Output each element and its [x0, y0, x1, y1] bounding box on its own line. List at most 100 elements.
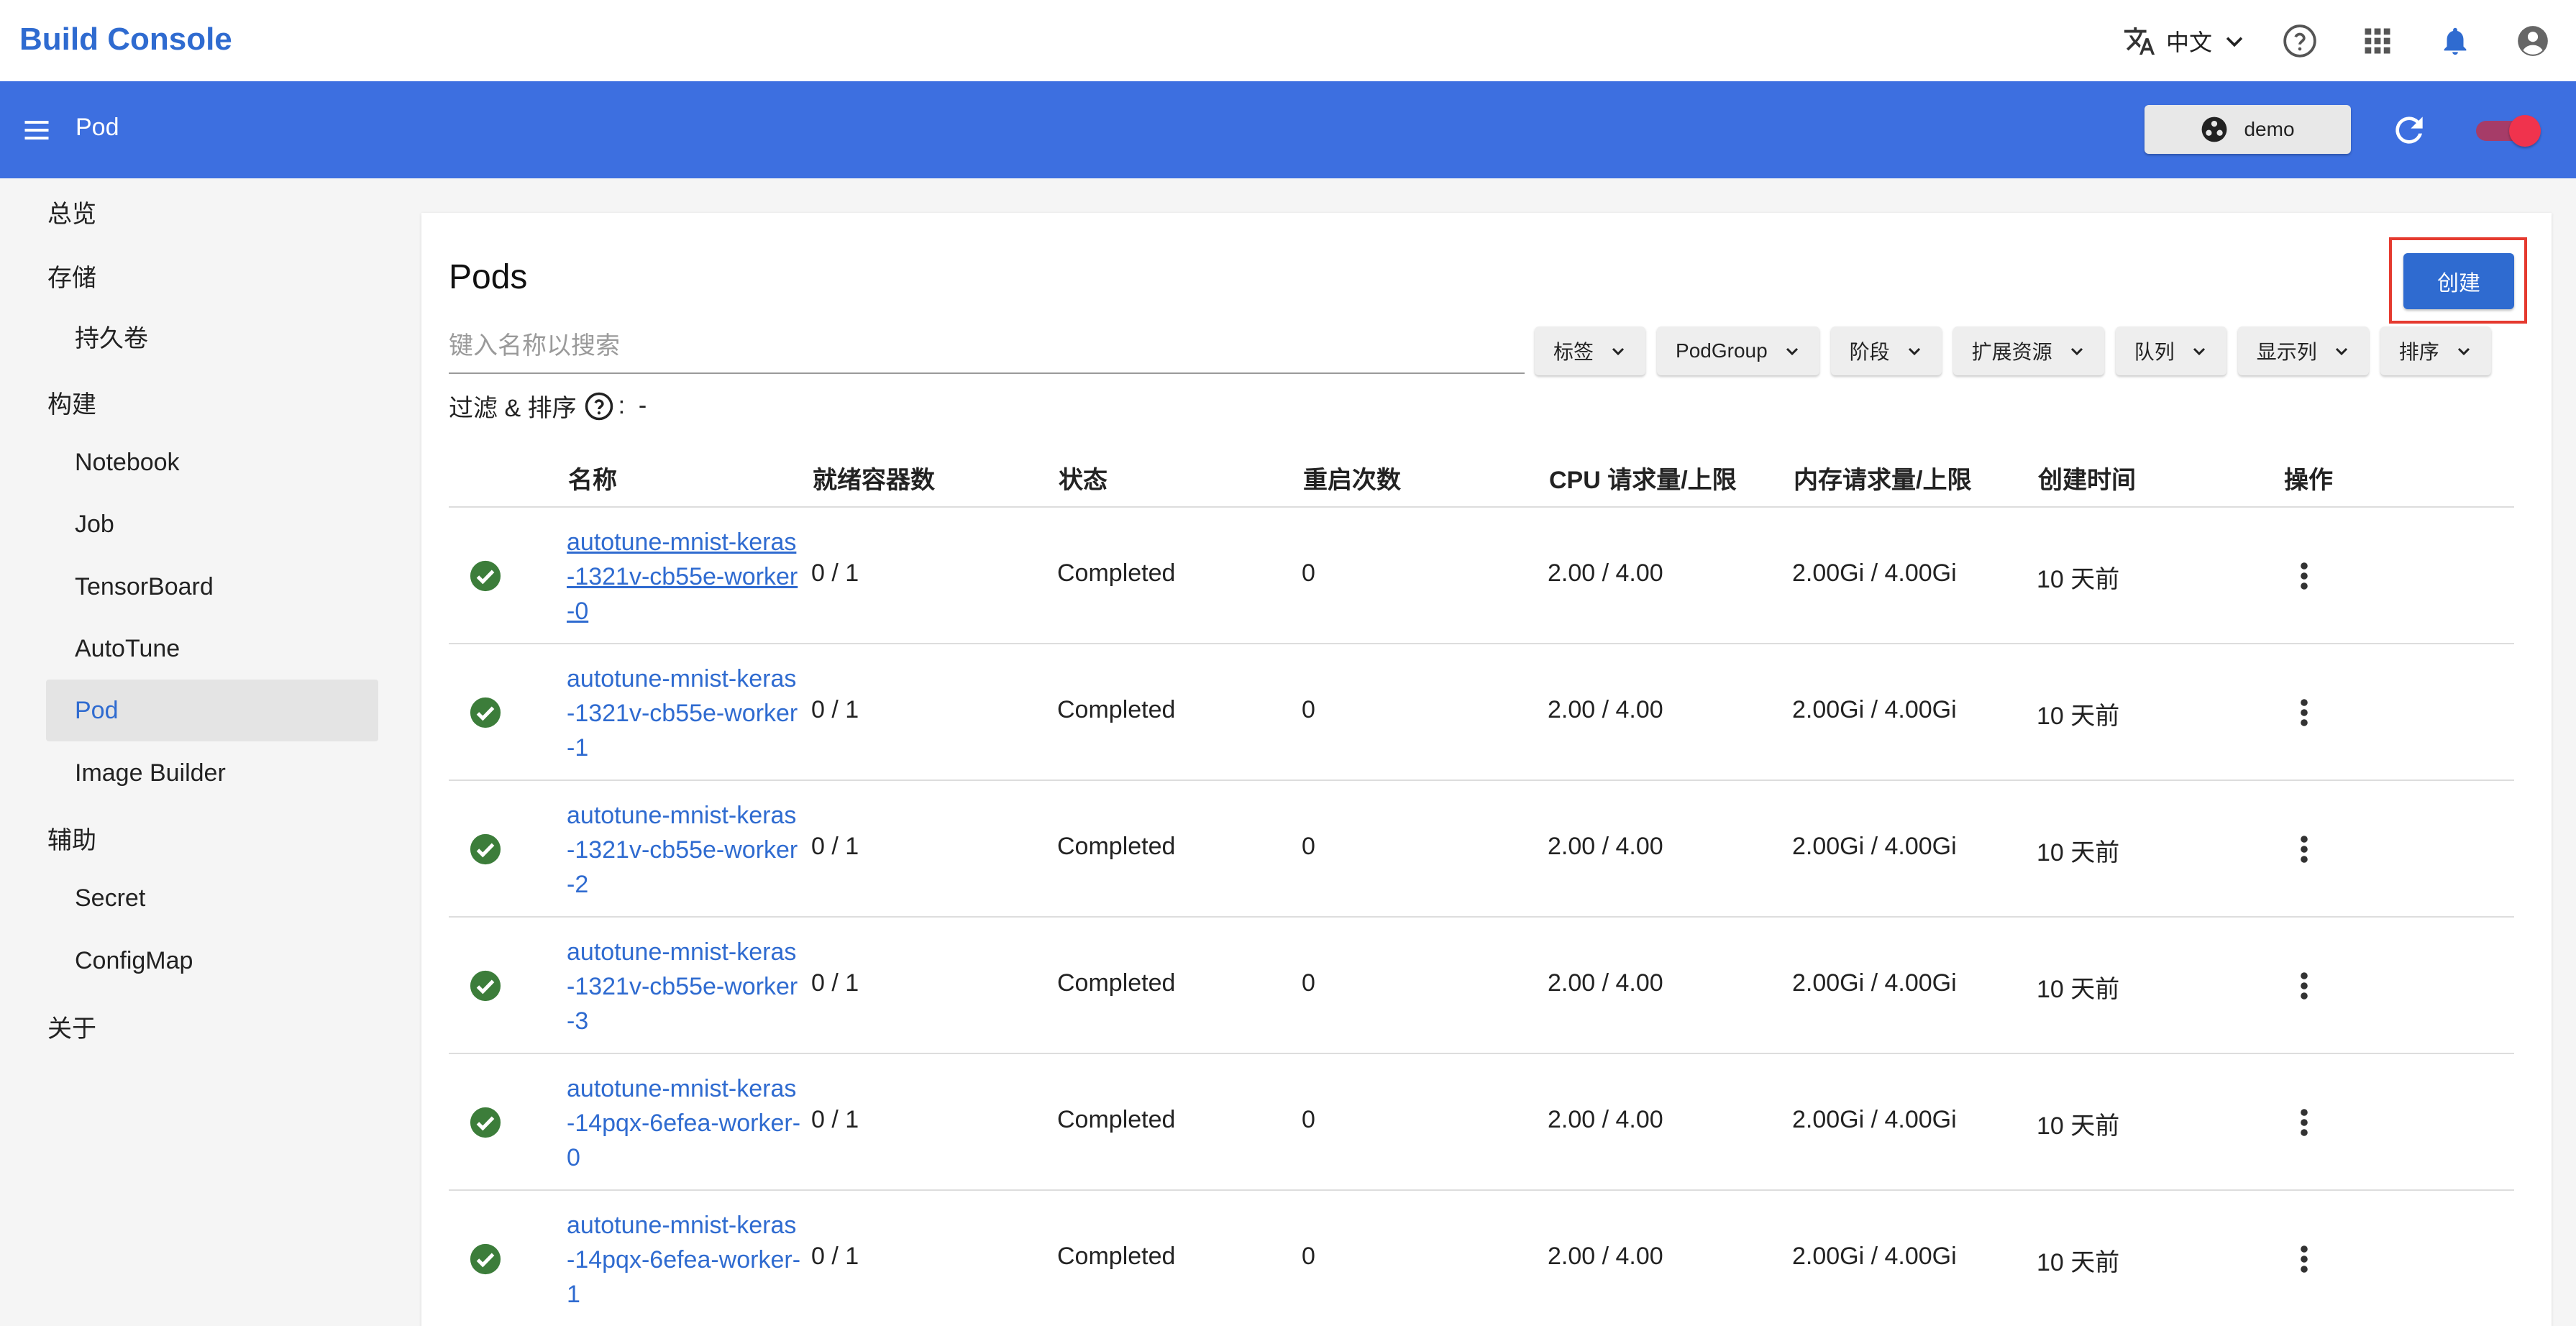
sidebar-item-notebook[interactable]: Notebook	[46, 431, 378, 493]
ready-cell: 0 / 1	[811, 1243, 859, 1270]
chevron-down-icon	[2457, 347, 2470, 356]
refresh-button[interactable]	[2389, 110, 2429, 150]
chevron-down-icon	[1612, 347, 1625, 356]
sidebar-item-job[interactable]: Job	[46, 493, 378, 555]
top-actions: 中文	[2123, 0, 2554, 81]
sidebar-item-configmap[interactable]: ConfigMap	[46, 930, 378, 992]
filter-columns-button[interactable]: 显示列	[2237, 326, 2369, 375]
cpu-cell: 2.00 / 4.00	[1548, 969, 1663, 997]
column-header-status[interactable]: 状态	[1059, 460, 1107, 495]
namespace-icon	[2202, 116, 2227, 142]
filter-queue-button[interactable]: 队列	[2115, 326, 2226, 375]
help-icon[interactable]	[584, 391, 614, 421]
create-button[interactable]: 创建	[2403, 253, 2514, 309]
filter-phase-button[interactable]: 阶段	[1830, 326, 1942, 375]
filter-extended-resources-button[interactable]: 扩展资源	[1952, 326, 2104, 375]
memory-cell: 2.00Gi / 4.00Gi	[1792, 696, 1957, 723]
filter-label: 排序	[2398, 341, 2439, 363]
row-actions-button[interactable]	[2290, 559, 2319, 593]
ready-cell: 0 / 1	[811, 696, 859, 723]
search-input[interactable]	[449, 321, 1525, 371]
pods-table: 名称 就绪容器数 状态 重启次数 CPU 请求量/上限 内存请求量/上限 创建时…	[449, 444, 2514, 1326]
filter-label: 标签	[1553, 341, 1594, 363]
pod-name-link[interactable]: autotune-mnist-keras-1321v-cb55e-worker-…	[567, 935, 804, 1038]
sidebar-item-pod[interactable]: Pod	[46, 680, 378, 741]
filter-sort-button[interactable]: 排序	[2380, 326, 2491, 375]
app-bar: Pod demo	[0, 81, 2576, 178]
sidebar-item-image-builder[interactable]: Image Builder	[46, 742, 378, 804]
pod-name-link[interactable]: autotune-mnist-keras-1321v-cb55e-worker-…	[567, 525, 804, 628]
pod-name-link[interactable]: autotune-mnist-keras-1321v-cb55e-worker-…	[567, 798, 804, 902]
table-row: autotune-mnist-keras-14pqx-6efea-worker-…	[449, 1191, 2514, 1326]
filter-sort-value: -	[638, 392, 647, 419]
sidebar-item-about[interactable]: 关于	[47, 1009, 96, 1044]
pod-name-link[interactable]: autotune-mnist-keras-1321v-cb55e-worker-…	[567, 662, 804, 765]
column-header-created[interactable]: 创建时间	[2038, 460, 2136, 495]
top-bar: Build Console 中文	[0, 0, 2576, 81]
refresh-icon	[2395, 116, 2423, 144]
table-row: autotune-mnist-keras-1321v-cb55e-worker-…	[449, 781, 2514, 918]
help-button[interactable]	[2278, 19, 2321, 63]
created-cell: 10 天前	[2037, 976, 2120, 1003]
ready-cell: 0 / 1	[811, 1106, 859, 1133]
status-cell: Completed	[1057, 969, 1176, 997]
sidebar-item-tensorboard[interactable]: TensorBoard	[46, 556, 378, 618]
sidebar-group-auxiliary[interactable]: 辅助	[47, 820, 96, 856]
restarts-cell: 0	[1302, 1106, 1315, 1133]
language-selector[interactable]: 中文	[2123, 24, 2247, 58]
row-actions-button[interactable]	[2290, 1106, 2319, 1139]
column-header-actions: 操作	[2284, 467, 2333, 494]
row-actions-button[interactable]	[2290, 1243, 2319, 1276]
namespace-button[interactable]: demo	[2145, 105, 2351, 154]
column-header-cpu[interactable]: CPU 请求量/上限	[1549, 460, 1737, 495]
filter-podgroup-button[interactable]: PodGroup	[1657, 326, 1819, 375]
sidebar-group-build[interactable]: 构建	[47, 385, 96, 420]
column-header-restarts[interactable]: 重启次数	[1303, 460, 1401, 495]
check-circle-icon	[470, 697, 501, 728]
notifications-button[interactable]	[2434, 19, 2477, 63]
row-actions-button[interactable]	[2290, 833, 2319, 866]
row-actions-button[interactable]	[2290, 969, 2319, 1002]
check-circle-icon	[470, 1243, 501, 1275]
language-label: 中文	[2165, 29, 2212, 55]
filter-label: 显示列	[2256, 341, 2317, 363]
restarts-cell: 0	[1302, 833, 1315, 860]
cpu-cell: 2.00 / 4.00	[1548, 559, 1663, 587]
apps-icon	[2365, 28, 2390, 53]
colon: :	[618, 392, 639, 419]
sidebar-group-storage[interactable]: 存储	[47, 258, 96, 293]
cpu-cell: 2.00 / 4.00	[1548, 1243, 1663, 1270]
table-row: autotune-mnist-keras-1321v-cb55e-worker-…	[449, 644, 2514, 781]
sidebar-item-overview[interactable]: 总览	[47, 194, 96, 229]
apps-button[interactable]	[2356, 19, 2399, 63]
chevron-down-icon	[1908, 347, 1920, 356]
memory-cell: 2.00Gi / 4.00Gi	[1792, 559, 1957, 587]
check-circle-icon	[470, 560, 501, 592]
pod-name-link[interactable]: autotune-mnist-keras-14pqx-6efea-worker-…	[567, 1071, 804, 1175]
check-circle-icon	[470, 833, 501, 865]
toggle-switch[interactable]	[2476, 114, 2541, 147]
sidebar-item-secret[interactable]: Secret	[46, 867, 378, 929]
filter-sort-summary: 过滤 & 排序 : -	[449, 388, 647, 424]
menu-button[interactable]	[20, 114, 53, 146]
row-actions-button[interactable]	[2290, 696, 2319, 729]
status-cell: Completed	[1057, 1243, 1176, 1270]
filter-label: 扩展资源	[1971, 341, 2052, 363]
sidebar-item-persistent-volume[interactable]: 持久卷	[46, 305, 378, 367]
chevron-down-icon	[2193, 347, 2205, 356]
sidebar-item-autotune[interactable]: AutoTune	[46, 618, 378, 680]
column-header-memory[interactable]: 内存请求量/上限	[1794, 460, 1971, 495]
created-cell: 10 天前	[2037, 703, 2120, 730]
column-header-name[interactable]: 名称	[568, 460, 617, 495]
filter-bar: 标签 PodGroup 阶段 扩展资源 队列 显示列 排序	[1535, 326, 2491, 377]
page-title: Pod	[76, 114, 119, 141]
pod-name-link[interactable]: autotune-mnist-keras-14pqx-6efea-worker-…	[567, 1208, 804, 1312]
brand-title[interactable]: Build Console	[19, 22, 232, 58]
filter-label: 队列	[2134, 341, 2175, 363]
memory-cell: 2.00Gi / 4.00Gi	[1792, 969, 1957, 997]
account-button[interactable]	[2511, 19, 2554, 63]
filter-labels-button[interactable]: 标签	[1535, 326, 1646, 375]
chevron-down-icon	[2335, 347, 2347, 356]
column-header-ready[interactable]: 就绪容器数	[813, 460, 935, 495]
chevron-down-icon	[2226, 36, 2243, 47]
